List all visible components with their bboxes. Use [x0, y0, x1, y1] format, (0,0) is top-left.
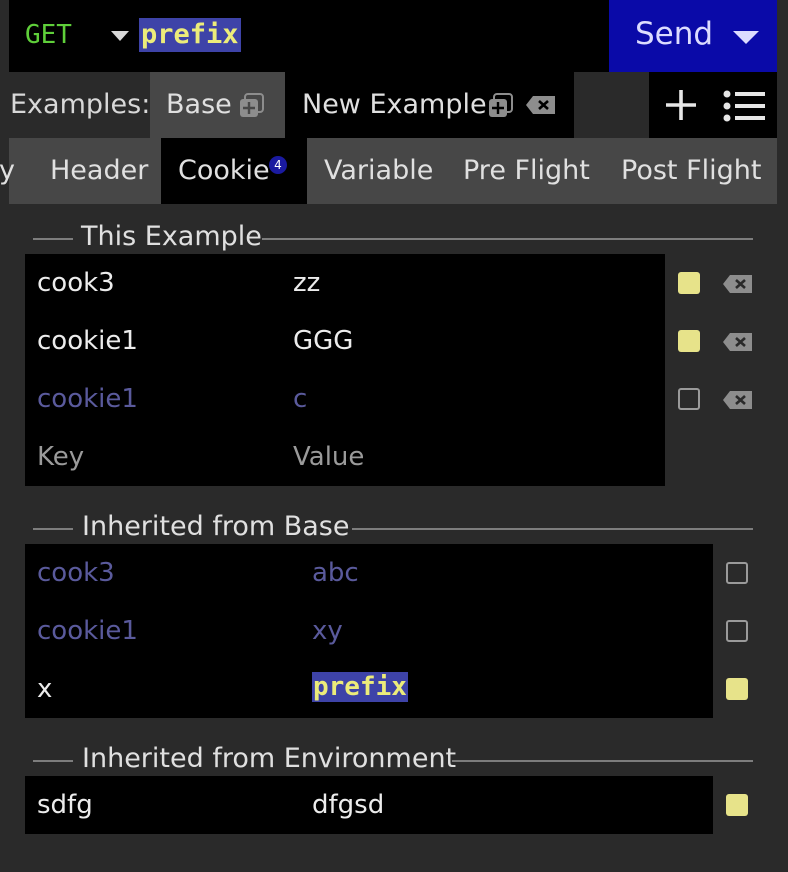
url-input[interactable]: prefix: [139, 18, 241, 52]
cookie-value: dfgsd: [312, 790, 385, 820]
tab-label: Cookie: [178, 155, 270, 186]
tab-label: Header: [50, 155, 149, 186]
cookie-key-input[interactable]: cookie1: [37, 384, 138, 414]
cookie-table-inherited-base: cook3 abc cookie1 xy x prefix: [25, 544, 713, 718]
cookie-table-this-example: cook3 zz cookie1 GGG cookie1 c Key Value: [25, 254, 665, 486]
delete-icon[interactable]: [722, 274, 754, 294]
enable-checkbox[interactable]: [678, 388, 700, 410]
cookie-table-inherited-env: sdfg dfgsd: [25, 776, 713, 834]
request-tabs: y Header Cookie 4 Variable Pre Flight Po…: [0, 138, 777, 204]
duplicate-icon[interactable]: [239, 93, 265, 119]
count-badge: 4: [269, 156, 287, 174]
tab-variable[interactable]: Variable: [307, 138, 447, 204]
send-button[interactable]: Send: [609, 0, 777, 72]
tab-label: Pre Flight: [463, 155, 590, 186]
enable-checkbox[interactable]: [726, 562, 748, 584]
send-button-label: Send: [635, 16, 714, 52]
cookie-value: abc: [312, 558, 359, 588]
tab-pre-flight[interactable]: Pre Flight: [447, 138, 605, 204]
divider: [33, 760, 73, 762]
enable-checkbox[interactable]: [726, 620, 748, 642]
tab-body[interactable]: y: [0, 138, 33, 204]
examples-label: Examples:: [10, 89, 151, 120]
new-value-input[interactable]: Value: [293, 442, 364, 472]
new-key-input[interactable]: Key: [37, 442, 84, 472]
tab-post-flight[interactable]: Post Flight: [605, 138, 777, 204]
cookie-key: sdfg: [37, 790, 93, 820]
method-select[interactable]: GET: [25, 20, 72, 50]
tab-cookie[interactable]: Cookie 4: [161, 138, 307, 204]
enable-checkbox[interactable]: [678, 272, 700, 294]
example-tab-label: Base: [166, 89, 232, 120]
delete-icon[interactable]: [525, 95, 557, 115]
cookie-key: cookie1: [37, 616, 138, 646]
url-bar[interactable]: GET prefix: [9, 0, 609, 72]
divider: [33, 238, 73, 240]
cookie-key-input[interactable]: cookie1: [37, 326, 138, 356]
example-tab-base[interactable]: Base: [150, 72, 285, 138]
chevron-down-icon[interactable]: [111, 31, 129, 41]
tab-label: y: [0, 155, 15, 186]
divider: [33, 528, 73, 530]
example-tab-new[interactable]: New Example: [285, 72, 574, 138]
section-title: This Example: [81, 221, 262, 252]
divider: [352, 528, 753, 530]
duplicate-icon[interactable]: [488, 93, 514, 119]
example-toolbar: [649, 72, 777, 138]
cookie-key: cook3: [37, 558, 115, 588]
section-title: Inherited from Base: [82, 511, 350, 542]
list-icon[interactable]: [723, 90, 765, 122]
tab-label: Post Flight: [621, 155, 762, 186]
cookie-key-input[interactable]: cook3: [37, 268, 115, 298]
divider: [262, 238, 753, 240]
cookie-value-input[interactable]: zz: [293, 268, 320, 298]
tab-header[interactable]: Header: [34, 138, 161, 204]
divider: [452, 760, 753, 762]
cookie-value-variable: prefix: [312, 672, 408, 702]
enable-checkbox[interactable]: [678, 330, 700, 352]
delete-icon[interactable]: [722, 390, 754, 410]
enable-checkbox[interactable]: [726, 678, 748, 700]
section-title: Inherited from Environment: [82, 743, 457, 774]
cookie-key: x: [37, 674, 53, 704]
cookie-value: xy: [312, 616, 343, 646]
example-tab-label: New Example: [302, 89, 487, 120]
add-icon[interactable]: [665, 89, 697, 121]
delete-icon[interactable]: [722, 332, 754, 352]
chevron-down-icon[interactable]: [733, 31, 759, 44]
tab-label: Variable: [324, 155, 434, 186]
cookie-value-input[interactable]: c: [293, 384, 307, 414]
enable-checkbox[interactable]: [726, 794, 748, 816]
cookie-value-input[interactable]: GGG: [293, 326, 353, 356]
